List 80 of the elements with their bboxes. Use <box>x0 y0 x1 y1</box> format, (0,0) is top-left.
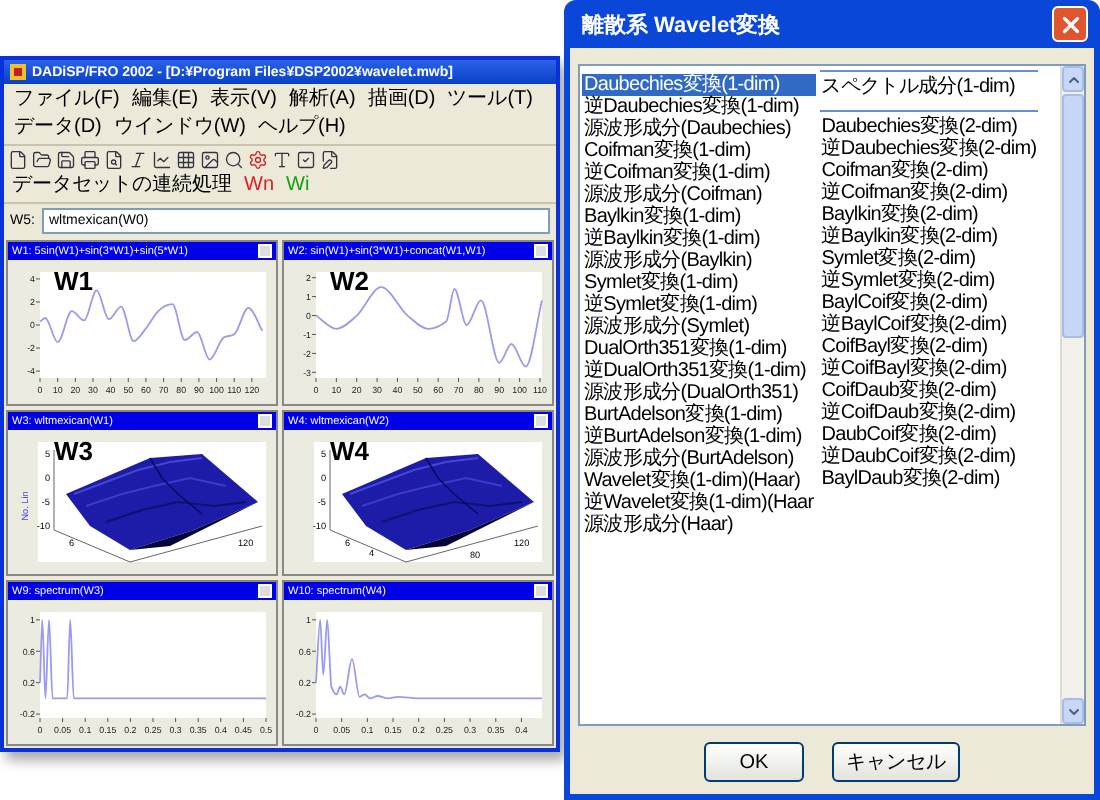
menu-item[interactable]: 編集(E) <box>125 86 205 114</box>
scroll-up-button[interactable] <box>1062 66 1084 92</box>
list-item[interactable]: 逆Symlet変換(1-dim) <box>582 294 816 316</box>
window-label: W3 <box>54 438 93 466</box>
list-item[interactable]: 逆BaylCoif変換(2-dim) <box>819 314 1039 336</box>
print-preview-icon[interactable] <box>104 150 124 170</box>
text-icon[interactable] <box>272 150 292 170</box>
scrollbar[interactable] <box>1060 66 1084 724</box>
list-item[interactable]: DualOrth351変換(1-dim) <box>582 338 816 360</box>
list-item[interactable]: DaubCoif変換(2-dim) <box>819 424 1039 446</box>
image-icon[interactable] <box>200 150 220 170</box>
window-label: W1 <box>54 268 93 296</box>
menu-item[interactable]: 表示(V) <box>204 86 283 114</box>
list-item[interactable]: BurtAdelson変換(1-dim) <box>582 404 816 426</box>
list-item[interactable]: 逆Coifman変換(1-dim) <box>582 162 816 184</box>
list-item[interactable]: Baylkin変換(2-dim) <box>819 204 1039 226</box>
list-item[interactable]: 逆Coifman変換(2-dim) <box>819 182 1039 204</box>
chevron-down-icon <box>1065 703 1081 719</box>
menu-item[interactable]: データ(D) <box>8 114 108 142</box>
list-item[interactable]: 逆DaubCoif変換(2-dim) <box>819 446 1039 468</box>
app-icon <box>10 64 26 80</box>
list-item[interactable]: Daubechies変換(1-dim) <box>582 74 816 96</box>
list-item[interactable]: Symlet変換(2-dim) <box>819 248 1039 270</box>
list-item[interactable]: 源波形成分(Haar) <box>582 514 816 536</box>
menu-item[interactable]: ツール(T) <box>441 86 539 114</box>
line-chart-icon[interactable] <box>152 150 172 170</box>
printer-icon[interactable] <box>80 150 100 170</box>
list-item[interactable]: 逆Baylkin変換(1-dim) <box>582 228 816 250</box>
list-item[interactable]: Baylkin変換(1-dim) <box>582 206 816 228</box>
italic-icon[interactable] <box>128 150 148 170</box>
close-icon <box>1057 11 1083 37</box>
list-item[interactable]: 源波形成分(Baylkin) <box>582 250 816 272</box>
scroll-down-button[interactable] <box>1062 698 1084 724</box>
list-item[interactable]: 源波形成分(Daubechies) <box>582 118 816 140</box>
folder-icon[interactable] <box>32 150 52 170</box>
list-item[interactable]: Coifman変換(2-dim) <box>819 160 1039 182</box>
list-item[interactable]: BaylDaub変換(2-dim) <box>819 468 1039 490</box>
dialog-title: 離散系 Wavelet変換 <box>582 11 781 39</box>
list-item[interactable]: BaylCoif変換(2-dim) <box>819 292 1039 314</box>
window-label: W2 <box>330 268 369 296</box>
list-item[interactable]: CoifBayl変換(2-dim) <box>819 336 1039 358</box>
list-item[interactable]: Symlet変換(1-dim) <box>582 272 816 294</box>
dialog-button[interactable]: OK <box>704 742 804 782</box>
menu-item[interactable]: 解析(A) <box>282 86 362 114</box>
search-icon[interactable] <box>224 150 244 170</box>
list-item[interactable]: 逆Wavelet変換(1-dim)(Haar <box>582 492 816 514</box>
list-item[interactable]: 逆BurtAdelson変換(1-dim) <box>582 426 816 448</box>
list-item[interactable]: 源波形成分(Symlet) <box>582 316 816 338</box>
list-item[interactable]: 逆CoifDaub変換(2-dim) <box>819 402 1039 424</box>
grid-icon[interactable] <box>176 150 196 170</box>
list-item[interactable]: スペクトル成分(1-dim) <box>819 76 1039 98</box>
list-item[interactable]: 逆DualOrth351変換(1-dim) <box>582 360 816 382</box>
list-item[interactable]: 逆CoifBayl変換(2-dim) <box>819 358 1039 380</box>
list-item[interactable]: 逆Baylkin変換(2-dim) <box>819 226 1039 248</box>
toolbar-label[interactable]: Wn <box>240 174 278 198</box>
list-item[interactable]: 源波形成分(Coifman) <box>582 184 816 206</box>
toolbar-label[interactable]: データセットの連続処理 <box>8 174 236 198</box>
list-item[interactable]: 源波形成分(BurtAdelson) <box>582 448 816 470</box>
gear-icon[interactable] <box>248 150 268 170</box>
list-item[interactable]: Coifman変換(1-dim) <box>582 140 816 162</box>
dialog-button[interactable]: キャンセル <box>832 742 960 782</box>
list-item[interactable]: Daubechies変換(2-dim) <box>819 116 1039 138</box>
checkbox-icon[interactable] <box>296 150 316 170</box>
window-label: W4 <box>330 438 369 466</box>
menu-item[interactable]: ヘルプ(H) <box>252 114 352 142</box>
close-button[interactable] <box>1052 6 1088 42</box>
menu-item[interactable]: 描画(D) <box>361 86 442 114</box>
menu-item[interactable]: ウインドウ(W) <box>107 114 252 142</box>
list-item[interactable]: 源波形成分(DualOrth351) <box>582 382 816 404</box>
list-item[interactable]: Wavelet変換(1-dim)(Haar) <box>582 470 816 492</box>
menu-item[interactable]: ファイル(F) <box>8 86 126 114</box>
scroll-thumb[interactable] <box>1062 94 1084 338</box>
save-icon[interactable] <box>56 150 76 170</box>
edit-file-icon[interactable] <box>320 150 340 170</box>
list-item[interactable]: 逆Symlet変換(2-dim) <box>819 270 1039 292</box>
chevron-up-icon <box>1065 71 1081 87</box>
new-file-icon[interactable] <box>8 150 28 170</box>
list-item[interactable]: 逆Daubechies変換(2-dim) <box>819 138 1039 160</box>
list-item[interactable]: 逆Daubechies変換(1-dim) <box>582 96 816 118</box>
list-item[interactable]: CoifDaub変換(2-dim) <box>819 380 1039 402</box>
